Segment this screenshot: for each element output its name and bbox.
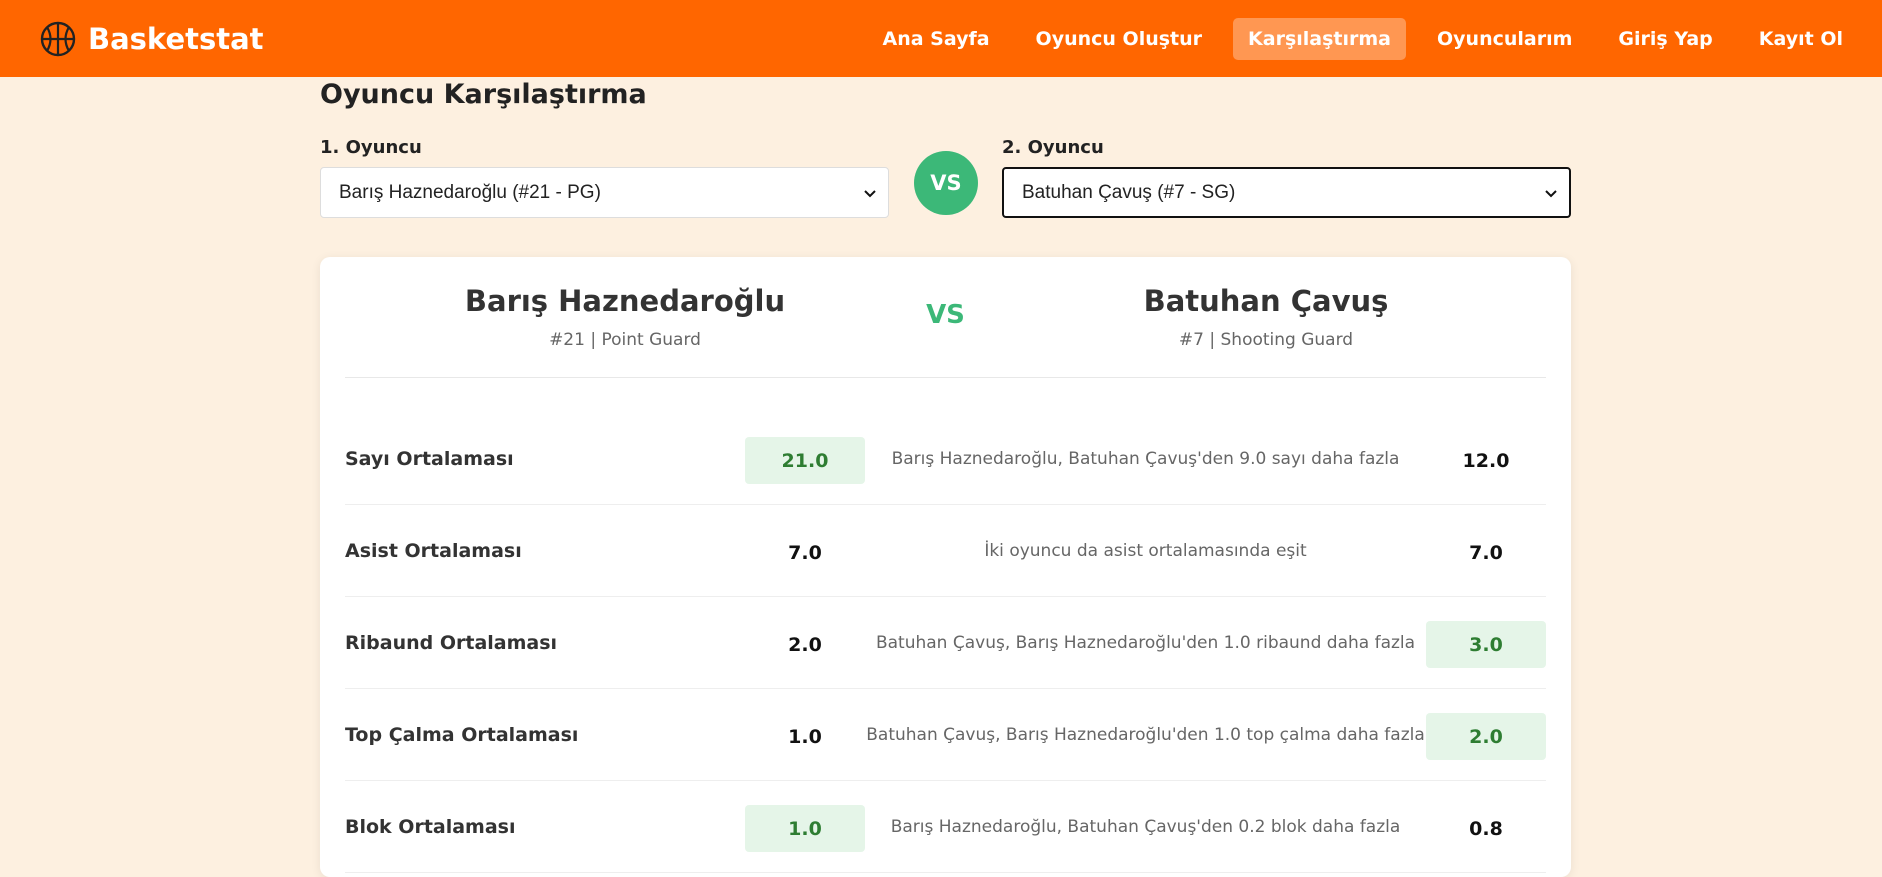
stat-row-rebounds: Ribaund Ortalaması 2.0 Batuhan Çavuş, Ba… (345, 597, 1546, 689)
player1-name: Barış Haznedaroğlu (464, 284, 786, 318)
stat-comparison-note: İki oyuncu da asist ortalamasında eşit (984, 541, 1307, 561)
player2-info: #7 | Shooting Guard (1178, 330, 1354, 350)
player2-name: Batuhan Çavuş (1143, 284, 1389, 318)
stat-label: Sayı Ortalaması (345, 448, 514, 470)
stat-row-blocks: Blok Ortalaması 1.0 Barış Haznedaroğlu, … (345, 781, 1546, 873)
player1-stat-value: 1.0 (788, 725, 822, 748)
nav-link-create-player[interactable]: Oyuncu Oluştur (1021, 18, 1217, 60)
player2-select[interactable]: Batuhan Çavuş (#7 - SG) (1002, 167, 1571, 218)
player2-header: Batuhan Çavuş #7 | Shooting Guard (986, 284, 1546, 350)
nav-link-compare[interactable]: Karşılaştırma (1233, 17, 1406, 60)
player2-select-label: 2. Oyuncu (1002, 137, 1104, 158)
player1-stat-value: 7.0 (788, 541, 822, 564)
stat-comparison-note: Barış Haznedaroğlu, Batuhan Çavuş'den 0.… (890, 817, 1401, 837)
player2-stat-value: 3.0 (1426, 621, 1546, 668)
page-title: Oyuncu Karşılaştırma (320, 79, 647, 110)
player1-select-group: 1. Oyuncu Barış Haznedaroğlu (#21 - PG) (320, 137, 889, 218)
nav-link-login[interactable]: Giriş Yap (1603, 18, 1727, 60)
stat-comparison-note: Batuhan Çavuş, Barış Haznedaroğlu'den 1.… (866, 725, 1425, 745)
player2-select-group: 2. Oyuncu Batuhan Çavuş (#7 - SG) (1002, 137, 1571, 218)
stat-row-steals: Top Çalma Ortalaması 1.0 Batuhan Çavuş, … (345, 689, 1546, 781)
brand-logo[interactable]: Basketstat (40, 21, 264, 57)
player1-stat-value: 2.0 (788, 633, 822, 656)
basketball-icon (40, 21, 76, 57)
chevron-down-icon (864, 185, 876, 201)
comparison-header: Barış Haznedaroğlu #21 | Point Guard VS … (345, 257, 1546, 378)
nav-links: Ana Sayfa Oyuncu Oluştur Karşılaştırma O… (867, 17, 1858, 60)
player-selectors: 1. Oyuncu Barış Haznedaroğlu (#21 - PG) … (320, 137, 1571, 221)
nav-link-register[interactable]: Kayıt Ol (1744, 18, 1858, 60)
brand-name: Basketstat (88, 21, 264, 56)
player1-select-label: 1. Oyuncu (320, 137, 422, 158)
stat-comparison-note: Barış Haznedaroğlu, Batuhan Çavuş'den 9.… (891, 449, 1400, 469)
stat-label: Blok Ortalaması (345, 816, 516, 838)
stats-list: Sayı Ortalaması 21.0 Barış Haznedaroğlu,… (345, 413, 1546, 873)
navbar: Basketstat Ana Sayfa Oyuncu Oluştur Karş… (0, 0, 1882, 77)
player2-stat-value: 7.0 (1469, 541, 1503, 564)
stat-label: Asist Ortalaması (345, 540, 522, 562)
player1-stat-value: 21.0 (745, 437, 865, 484)
stat-label: Top Çalma Ortalaması (345, 724, 579, 746)
player2-stat-value: 0.8 (1469, 817, 1503, 840)
comparison-card: Barış Haznedaroğlu #21 | Point Guard VS … (320, 257, 1571, 877)
vs-badge: VS (914, 151, 978, 215)
player1-info: #21 | Point Guard (549, 330, 701, 350)
player1-select[interactable]: Barış Haznedaroğlu (#21 - PG) (320, 167, 889, 218)
stat-row-points: Sayı Ortalaması 21.0 Barış Haznedaroğlu,… (345, 413, 1546, 505)
nav-link-home[interactable]: Ana Sayfa (867, 18, 1004, 60)
player2-stat-value: 2.0 (1426, 713, 1546, 760)
stat-comparison-note: Batuhan Çavuş, Barış Haznedaroğlu'den 1.… (875, 633, 1416, 653)
player2-stat-value: 12.0 (1462, 449, 1510, 472)
player1-select-value: Barış Haznedaroğlu (#21 - PG) (339, 181, 601, 203)
stat-label: Ribaund Ortalaması (345, 632, 558, 654)
nav-link-my-players[interactable]: Oyuncularım (1422, 18, 1587, 60)
player1-stat-value: 1.0 (745, 805, 865, 852)
card-vs-label: VS (926, 300, 965, 330)
player2-select-value: Batuhan Çavuş (#7 - SG) (1022, 181, 1236, 203)
chevron-down-icon (1545, 185, 1557, 201)
stat-row-assists: Asist Ortalaması 7.0 İki oyuncu da asist… (345, 505, 1546, 597)
player1-header: Barış Haznedaroğlu #21 | Point Guard (345, 284, 905, 350)
